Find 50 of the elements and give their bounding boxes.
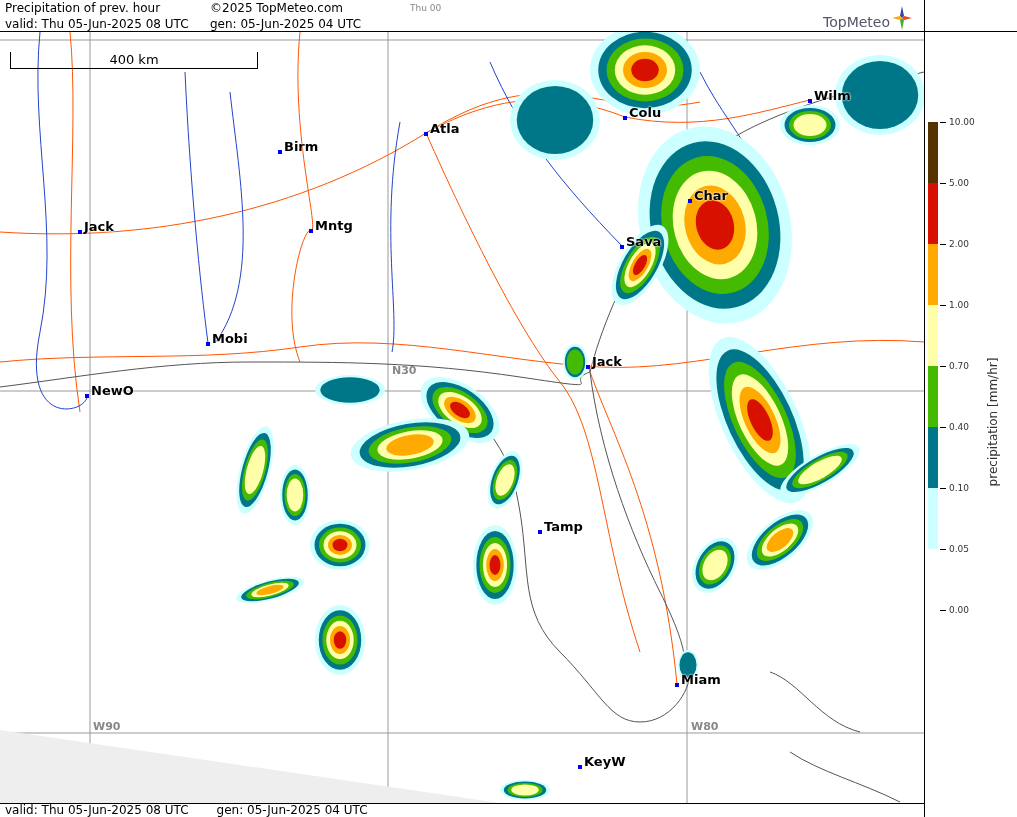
city-marker-icon (808, 98, 812, 103)
legend-tick-label: 0.00 (949, 604, 970, 616)
legend-title: precipitation [mm/hr] (986, 357, 1000, 487)
city-label: Sava (626, 234, 662, 249)
logo-text: TopMeteo (823, 14, 890, 30)
legend-tick-label: 0.40 (949, 421, 970, 433)
grid-label: N30 (392, 364, 417, 377)
city-marker-icon (85, 393, 89, 398)
city-label: Tamp (544, 519, 583, 534)
scale-bar: 400 km (10, 52, 258, 69)
city-label: Atla (430, 121, 460, 136)
city-marker-icon (538, 529, 542, 534)
compass-star-icon (892, 6, 912, 30)
grid-label: W80 (691, 720, 719, 733)
city-marker-icon (578, 764, 582, 769)
city-label: KeyW (584, 754, 626, 769)
grid-label: W90 (93, 720, 121, 733)
city-marker-icon (586, 364, 590, 369)
city-marker-icon (620, 244, 624, 249)
city-label: Jack (592, 354, 622, 369)
generated-time: gen: 05-Jun-2025 04 UTC (210, 16, 363, 32)
legend-tick-label: 2.00 (949, 238, 970, 250)
copyright-text: ©2025 TopMeteo.com (210, 0, 344, 16)
legend-tick-label: 0.10 (949, 482, 970, 494)
city-label: Char (694, 188, 728, 203)
city-marker-icon (623, 115, 627, 120)
legend-tick-label: 5.00 (949, 177, 970, 189)
city-label: NewO (91, 383, 134, 398)
city-marker-icon (424, 131, 428, 136)
legend-tick-label: 10.00 (949, 116, 975, 128)
map-title: Precipitation of prev. hour (5, 0, 162, 16)
city-marker-icon (78, 229, 82, 234)
city-label: Mobi (212, 331, 248, 346)
city-marker-icon (278, 149, 282, 154)
valid-time: valid: Thu 05-Jun-2025 08 UTC (5, 16, 190, 32)
city-label: Miam (681, 672, 721, 687)
city-label: Mntg (315, 218, 353, 233)
city-label: Jack (84, 219, 114, 234)
city-marker-icon (688, 198, 692, 203)
city-marker-icon (206, 341, 210, 346)
city-label: Birm (284, 139, 319, 154)
valid-time: valid: Thu 05-Jun-2025 08 UTC (5, 804, 189, 817)
legend-tick-label: 0.70 (949, 360, 970, 372)
legend-tick-label: 1.00 (949, 299, 970, 311)
run-label: Thu 00 (410, 2, 443, 15)
city-marker-icon (675, 682, 679, 687)
generated-time: gen: 05-Jun-2025 04 UTC (216, 804, 368, 817)
city-label: Colu (629, 105, 662, 120)
legend-tick-label: 0.05 (949, 543, 970, 555)
city-marker-icon (309, 228, 313, 233)
